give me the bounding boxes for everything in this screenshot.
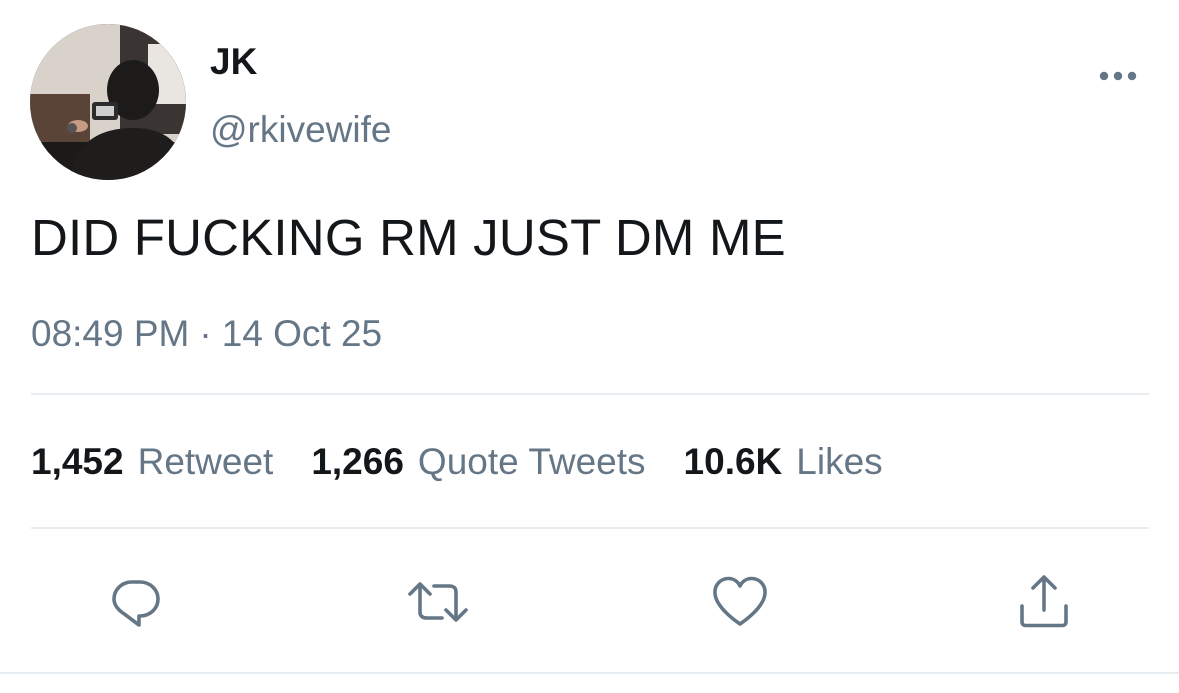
like-button[interactable] (708, 572, 772, 632)
tweet-time: 08:49 PM (31, 313, 190, 354)
stat-count: 1,452 (31, 441, 124, 482)
retweet-icon (408, 582, 468, 622)
username-handle[interactable]: @rkivewife (210, 108, 391, 152)
divider (0, 672, 1179, 674)
reply-icon (112, 580, 160, 627)
stat-label: Quote Tweets (417, 441, 646, 482)
engagement-stats: 1,452 Retweet 1,266 Quote Tweets 10.6K L… (31, 440, 921, 484)
retweet-button[interactable] (406, 572, 470, 632)
tweet-text: DID FUCKING RM JUST DM ME (31, 209, 786, 266)
heart-icon (713, 576, 767, 626)
share-button[interactable] (1012, 572, 1076, 632)
tweet-timestamp[interactable]: 08:49 PM · 14 Oct 25 (31, 312, 382, 356)
divider (31, 393, 1149, 395)
display-name[interactable]: JK (210, 40, 257, 84)
divider (31, 527, 1149, 529)
avatar[interactable] (30, 24, 186, 180)
reply-button[interactable] (104, 572, 168, 632)
more-options-button[interactable] (1088, 56, 1148, 96)
stat-count: 1,266 (311, 441, 404, 482)
more-dots-icon (1099, 71, 1137, 81)
tweet-date: 14 Oct 25 (221, 313, 383, 354)
stat-likes[interactable]: 10.6K Likes (684, 440, 883, 484)
stat-label: Retweet (137, 441, 274, 482)
avatar-photo (30, 24, 186, 180)
stat-quote-tweets[interactable]: 1,266 Quote Tweets (311, 440, 645, 484)
meta-separator: · (199, 313, 212, 354)
stat-count: 10.6K (683, 441, 783, 482)
action-bar (0, 572, 1179, 632)
stat-retweets[interactable]: 1,452 Retweet (31, 440, 273, 484)
share-icon (1020, 575, 1068, 628)
stat-label: Likes (796, 441, 883, 482)
